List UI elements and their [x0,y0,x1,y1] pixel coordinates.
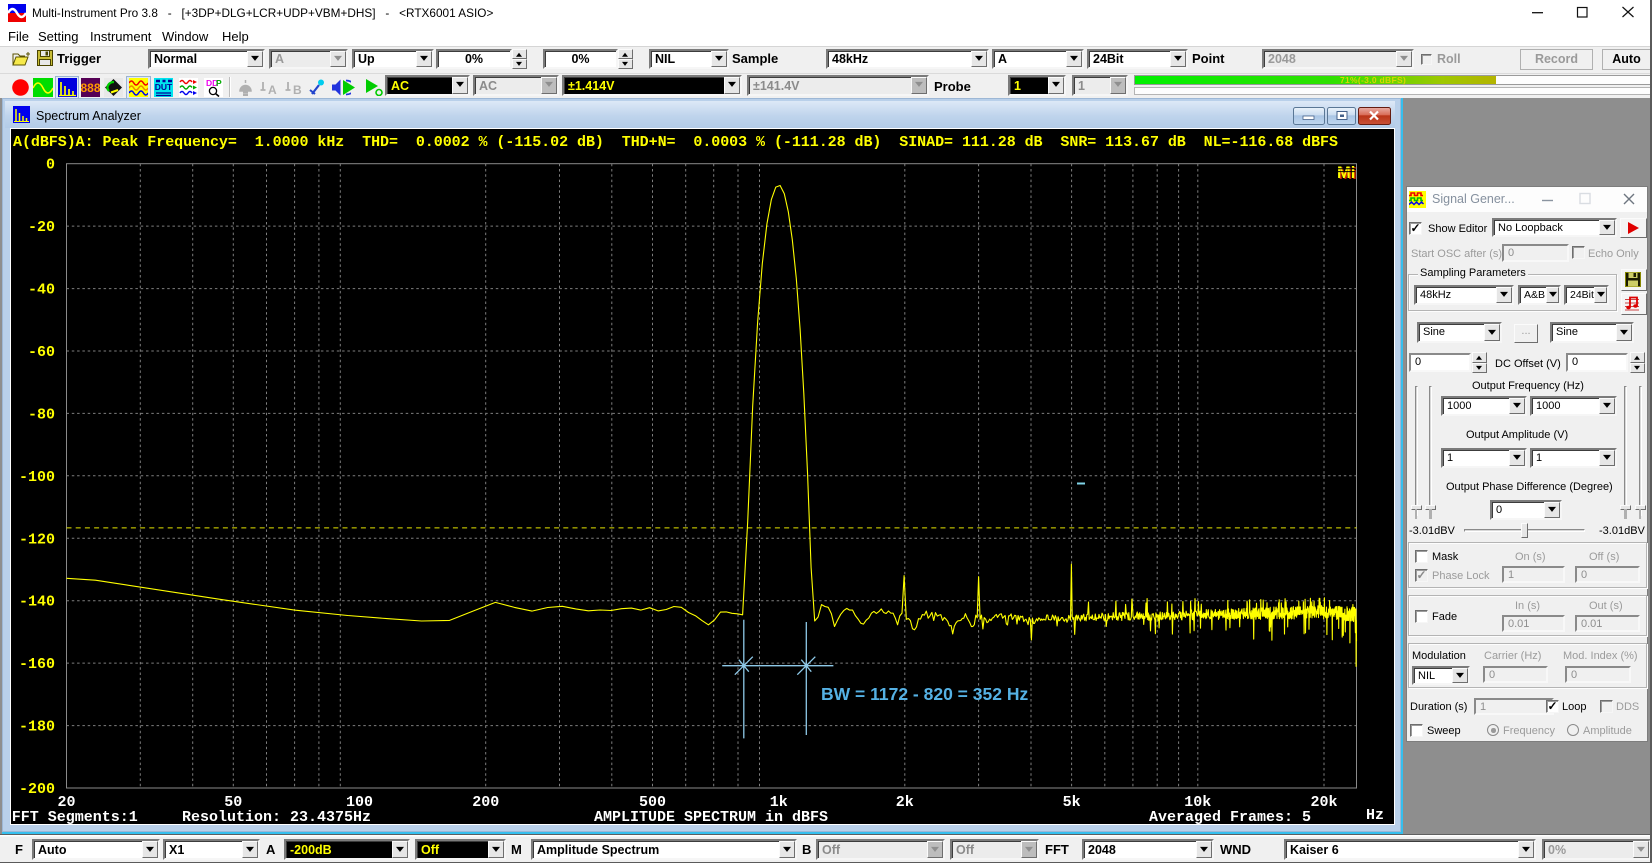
svg-text:-180: -180 [18,719,54,736]
svg-text:Averaged Frames: 5: Averaged Frames: 5 [1149,809,1311,824]
svg-text:-160: -160 [18,656,54,673]
svg-text:0: 0 [45,157,54,174]
svg-text:-200: -200 [18,781,54,798]
svg-text:P: P [216,78,222,88]
svg-text:DUT: DUT [155,82,173,92]
svg-text:-100: -100 [18,469,54,486]
svg-text:B: B [293,83,302,97]
svg-text:FFT Segments:1: FFT Segments:1 [11,809,137,824]
svg-text:BW = 1172 - 820 = 352 Hz: BW = 1172 - 820 = 352 Hz [821,684,1028,704]
svg-text:A: A [268,83,277,97]
svg-text:-80: -80 [27,406,54,423]
svg-text:20k: 20k [1310,794,1337,811]
svg-text:-120: -120 [18,531,54,548]
svg-text:-20: -20 [27,219,54,236]
svg-text:200: 200 [472,794,499,811]
svg-text:-40: -40 [27,282,54,299]
svg-text:5k: 5k [1062,794,1080,811]
svg-text:-60: -60 [27,344,54,361]
svg-text:Resolution: 23.4375Hz: Resolution: 23.4375Hz [182,809,371,824]
svg-text:A(dBFS)A: Peak Frequency= 1.0: A(dBFS)A: Peak Frequency= 1.0000 kHz THD… [13,134,1338,151]
svg-text:Mi: Mi [1337,164,1355,182]
svg-text:AMPLITUDE SPECTRUM in dBFS: AMPLITUDE SPECTRUM in dBFS [594,809,828,824]
svg-text:Hz: Hz [1365,807,1383,824]
svg-text:2k: 2k [895,794,913,811]
svg-text:-140: -140 [18,594,54,611]
svg-text:888: 888 [81,81,100,95]
